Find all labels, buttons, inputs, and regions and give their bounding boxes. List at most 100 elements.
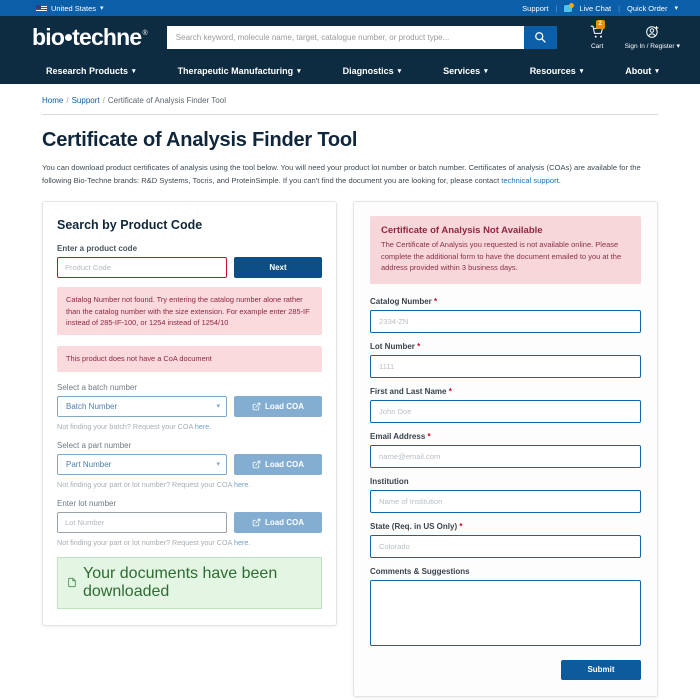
utility-bar: United States ▾ Support | Live Chat | Qu…	[0, 0, 700, 16]
submit-button[interactable]: Submit	[561, 659, 641, 680]
helper-prefix: Not finding your part or lot number? Req…	[57, 479, 234, 489]
form-group-full-name: First and Last Name *	[370, 387, 641, 423]
lot-number-input[interactable]	[57, 511, 227, 533]
chevron-down-icon: ▾	[100, 4, 104, 12]
technical-support-link[interactable]: technical support	[501, 176, 558, 185]
breadcrumb-support[interactable]: Support	[72, 96, 100, 105]
form-group-lot-number: Lot Number *	[370, 342, 641, 378]
account-icon	[645, 25, 660, 41]
logo-text-bio: bio	[32, 23, 65, 50]
live-chat-icon	[564, 2, 575, 12]
email-address-label: Email Address *	[370, 432, 641, 441]
batch-number-select[interactable]: Batch Number	[57, 395, 227, 417]
page-intro-end: .	[558, 175, 561, 185]
cart-icon: 2	[590, 19, 605, 41]
part-request-coa-link[interactable]: here	[234, 480, 248, 489]
cart-count-badge: 2	[595, 19, 605, 29]
institution-field[interactable]	[370, 489, 641, 513]
nav-label: Therapeutic Manufacturing	[177, 66, 294, 76]
no-coa-document-alert: This product does not have a CoA documen…	[57, 346, 322, 372]
label-text: Email Address	[370, 431, 426, 441]
institution-label: Institution	[370, 477, 641, 486]
chevron-down-icon: ▾	[297, 67, 301, 75]
coa-request-form-panel: Certificate of Analysis Not Available Th…	[353, 201, 658, 697]
form-group-comments: Comments & Suggestions	[370, 567, 641, 651]
document-download-icon	[68, 578, 76, 588]
quick-order-link[interactable]: Quick Order	[627, 4, 667, 13]
page-content: Home / Support / Certificate of Analysis…	[0, 84, 700, 700]
breadcrumb-separator: /	[66, 96, 69, 105]
form-group-email-address: Email Address *	[370, 432, 641, 468]
load-coa-part-button[interactable]: Load COA	[234, 453, 322, 475]
batch-number-row: Batch Number ▾ Load COA	[57, 395, 322, 417]
comments-field[interactable]	[370, 579, 641, 646]
cart-button[interactable]: 2 Cart	[590, 19, 605, 50]
comments-label: Comments & Suggestions	[370, 566, 470, 576]
load-coa-label: Load COA	[264, 517, 305, 527]
state-field[interactable]	[370, 534, 641, 558]
support-link[interactable]: Support	[522, 4, 548, 13]
part-number-select[interactable]: Part Number	[57, 453, 227, 475]
external-link-icon	[252, 460, 261, 469]
alert-title: Certificate of Analysis Not Available	[381, 225, 543, 237]
nav-item-resources[interactable]: Resources ▾	[530, 66, 584, 76]
helper-suffix: .	[248, 537, 251, 547]
success-message: Your documents have been downloaded	[83, 564, 278, 600]
lot-number-row: Load COA	[57, 511, 322, 533]
search-input[interactable]	[166, 25, 524, 49]
chevron-down-icon: ▾	[484, 67, 488, 75]
helper-prefix: Not finding your part or lot number? Req…	[57, 537, 234, 547]
helper-prefix: Not finding your batch? Request your COA	[57, 421, 195, 431]
search-by-product-code-panel: Search by Product Code Enter a product c…	[42, 201, 337, 626]
nav-label: About	[625, 66, 652, 76]
download-success-alert: Your documents have been downloaded	[57, 556, 322, 609]
product-code-label: Enter a product code	[57, 244, 138, 254]
nav-item-research-products[interactable]: Research Products ▾	[46, 66, 136, 76]
required-marker: *	[434, 296, 438, 306]
us-flag-icon	[36, 4, 47, 12]
lot-number-label: Enter lot number	[57, 498, 117, 508]
nav-item-therapeutic-manufacturing[interactable]: Therapeutic Manufacturing ▾	[178, 66, 301, 76]
load-coa-label: Load COA	[264, 459, 305, 469]
page-title: Certificate of Analysis Finder Tool	[42, 129, 358, 151]
catalog-number-label: Catalog Number *	[370, 297, 641, 306]
chevron-down-icon: ▾	[579, 67, 584, 75]
product-code-input[interactable]	[57, 257, 227, 279]
site-header: bio techne® 2	[0, 16, 700, 84]
nav-item-diagnostics[interactable]: Diagnostics ▾	[343, 66, 402, 76]
part-helper-text: Not finding your part or lot number? Req…	[57, 480, 322, 489]
nav-item-about[interactable]: About ▾	[625, 66, 659, 76]
nav-item-services[interactable]: Services ▾	[443, 66, 488, 76]
catalog-number-field[interactable]	[370, 309, 641, 333]
account-button[interactable]: Sign In / Register ▾	[625, 25, 680, 50]
user-circle-icon	[645, 25, 659, 38]
full-name-field[interactable]	[370, 399, 641, 423]
breadcrumb-home[interactable]: Home	[42, 96, 63, 105]
lot-request-coa-link[interactable]: here	[234, 538, 248, 547]
country-selector[interactable]: United States ▾	[36, 4, 104, 13]
biotechne-logo[interactable]: bio techne ®	[32, 23, 148, 51]
live-chat-link[interactable]: Live Chat	[579, 4, 611, 13]
batch-number-label: Select a batch number	[57, 382, 138, 392]
country-label: United States	[51, 3, 97, 13]
nav-label: Resources	[529, 66, 576, 76]
required-marker: *	[427, 431, 431, 441]
next-button[interactable]: Next	[234, 257, 322, 279]
email-address-field[interactable]	[370, 444, 641, 468]
product-code-row: Next	[57, 257, 322, 279]
coa-tool-area: Search by Product Code Enter a product c…	[42, 201, 658, 700]
part-number-label: Select a part number	[57, 440, 132, 450]
load-coa-batch-button[interactable]: Load COA	[234, 395, 322, 417]
label-text: State (Req. in US Only)	[370, 521, 458, 531]
required-marker: *	[448, 386, 452, 396]
search-button[interactable]	[523, 25, 557, 49]
batch-request-coa-link[interactable]: here	[195, 422, 209, 431]
form-group-institution: Institution	[370, 477, 641, 513]
logo-dot-icon	[64, 33, 72, 41]
nav-label: Diagnostics	[342, 66, 394, 76]
lot-number-field[interactable]	[370, 354, 641, 378]
load-coa-lot-button[interactable]: Load COA	[234, 511, 322, 533]
main-navigation: Research Products ▾ Therapeutic Manufact…	[14, 58, 686, 84]
external-link-icon	[252, 402, 261, 411]
part-number-row: Part Number ▾ Load COA	[57, 453, 322, 475]
